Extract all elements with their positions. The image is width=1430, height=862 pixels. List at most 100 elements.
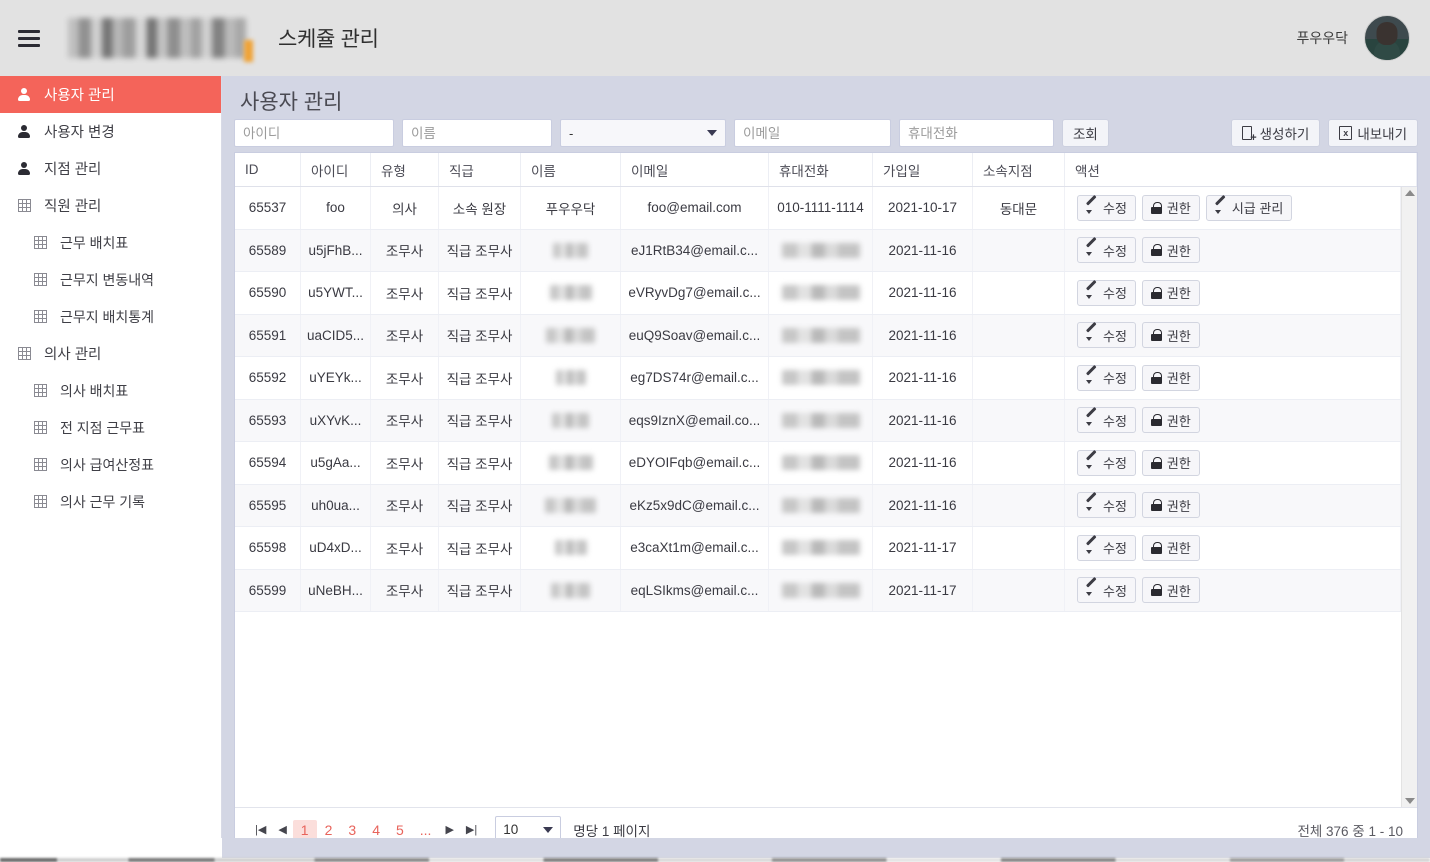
cell-가입일: 2021-11-16 [873, 229, 973, 271]
row-action-edit-button[interactable]: 수정 [1077, 534, 1136, 561]
table-row[interactable]: 65593 uXYvK... 조무사 직급 조무사 eqs9IznX@email.co.… [235, 399, 1401, 442]
column-header-label: 이름 [531, 163, 556, 179]
cell-value: 65591 [248, 327, 287, 343]
row-action-permission-button[interactable]: 권한 [1141, 237, 1200, 264]
table-row[interactable]: 65591 uaCID5... 조무사 직급 조무사 euQ9Soav@email.c.… [235, 314, 1401, 357]
pagination-next-button[interactable]: ▶ [439, 821, 459, 838]
row-action-permission-button[interactable]: 권한 [1141, 449, 1200, 476]
sidebar-item-2[interactable]: 지점 관리 [0, 150, 221, 187]
row-action-hourly-rate-button[interactable]: 시급 관리 [1205, 194, 1293, 221]
sidebar-item-11[interactable]: 의사 근무 기록 [0, 483, 221, 520]
company-logo[interactable] [68, 18, 246, 58]
redacted-value [548, 455, 593, 471]
row-action-edit-button[interactable]: 수정 [1077, 237, 1136, 264]
row-action-permission-button[interactable]: 권한 [1141, 279, 1200, 306]
sidebar-item-8[interactable]: 의사 배치표 [0, 372, 221, 409]
search-button[interactable]: 조회 [1062, 119, 1109, 147]
sidebar-item-1[interactable]: 사용자 변경 [0, 113, 221, 150]
cell-value: uNeBH... [308, 582, 363, 598]
row-action-permission-button[interactable]: 권한 [1141, 322, 1200, 349]
sidebar-item-label: 의사 급여산정표 [60, 456, 155, 473]
hamburger-icon[interactable] [8, 29, 50, 47]
row-action-label: 수정 [1103, 498, 1127, 514]
avatar[interactable] [1364, 15, 1410, 61]
sidebar: 사용자 관리 사용자 변경 지점 관리 직원 관리 근무 배치표 근무지 변동내역 근무지 … [0, 76, 222, 838]
row-action-permission-button[interactable]: 권한 [1141, 364, 1200, 391]
row-action-label: 수정 [1103, 328, 1127, 344]
pagination-page-3[interactable]: 3 [340, 820, 364, 840]
sidebar-item-3[interactable]: 직원 관리 [0, 187, 221, 224]
table-body: 65537 foo 의사 소속 원장 푸우우닥 foo@email.com 010-1111… [235, 187, 1401, 807]
row-action-permission-button[interactable]: 권한 [1141, 407, 1200, 434]
table-row[interactable]: 65598 uD4xD... 조무사 직급 조무사 e3caXt1m@email.c..… [235, 527, 1401, 570]
row-action-permission-button[interactable]: 권한 [1141, 492, 1200, 519]
table-row[interactable]: 65595 uh0ua... 조무사 직급 조무사 eKz5x9dC@email.c..… [235, 484, 1401, 527]
cell-value: 직급 조무사 [446, 371, 513, 387]
cell-ID: 65599 [235, 569, 301, 611]
person-icon-glyph [18, 125, 30, 138]
sidebar-item-4[interactable]: 근무 배치표 [0, 224, 221, 261]
pagination-page-5[interactable]: 5 [388, 820, 412, 840]
sidebar-item-9[interactable]: 전 지점 근무표 [0, 409, 221, 446]
lock-icon [1150, 414, 1162, 427]
sidebar-item-7[interactable]: 의사 관리 [0, 335, 221, 372]
create-button[interactable]: 생성하기 [1230, 119, 1321, 147]
scroll-up-icon[interactable] [1404, 190, 1415, 196]
row-action-label: 권한 [1166, 498, 1191, 514]
row-action-edit-button[interactable]: 수정 [1077, 407, 1136, 434]
redacted-value [555, 370, 586, 386]
row-action-label: 수정 [1103, 583, 1127, 599]
lock-icon [1150, 244, 1162, 257]
filter-id-input[interactable] [234, 119, 394, 147]
table-row[interactable]: 65589 u5jFhB... 조무사 직급 조무사 eJ1RtB34@email.c.… [235, 229, 1401, 272]
filter-name-input[interactable] [402, 119, 552, 147]
row-action-label: 수정 [1103, 456, 1127, 472]
filter-email-input[interactable] [734, 119, 891, 147]
table-vertical-scrollbar[interactable] [1401, 187, 1417, 807]
cell-이메일: eVRyvDg7@email.c... [621, 272, 769, 314]
row-action-edit-button[interactable]: 수정 [1077, 364, 1136, 391]
cell-value: 직급 조무사 [446, 244, 513, 260]
row-action-edit-button[interactable]: 수정 [1077, 577, 1136, 604]
table-row[interactable]: 65592 uYEYk... 조무사 직급 조무사 eg7DS74r@email.c..… [235, 357, 1401, 400]
pagination-prev-button[interactable]: ◀ [272, 821, 292, 838]
column-header-label: 액션 [1075, 163, 1100, 179]
cell-value: 조무사 [385, 286, 424, 302]
row-action-edit-button[interactable]: 수정 [1077, 492, 1136, 519]
pagination-page-4[interactable]: 4 [364, 820, 388, 840]
table-row[interactable]: 65594 u5gAa... 조무사 직급 조무사 eDYOIFqb@email.c..… [235, 442, 1401, 485]
filter-type-select[interactable]: - [560, 119, 726, 147]
cell-value: eDYOIFqb@email.c... [628, 455, 761, 471]
grid-icon [34, 384, 60, 397]
pencil-icon [1086, 499, 1098, 512]
export-button[interactable]: x 내보내기 [1328, 119, 1418, 147]
cell-value: 2021-11-16 [888, 412, 957, 428]
cell-소속지점 [973, 229, 1065, 271]
pagination-first-button[interactable]: |◀ [249, 821, 272, 838]
scroll-down-icon[interactable] [1404, 798, 1415, 804]
table-row[interactable]: 65599 uNeBH... 조무사 직급 조무사 eqLSIkms@email.c..… [235, 569, 1401, 612]
sidebar-item-10[interactable]: 의사 급여산정표 [0, 446, 221, 483]
redacted-value [545, 497, 596, 513]
row-action-permission-button[interactable]: 권한 [1141, 577, 1200, 604]
pagination-page-2[interactable]: 2 [317, 820, 341, 840]
row-action-edit-button[interactable]: 수정 [1077, 194, 1136, 221]
cell-유형: 조무사 [371, 442, 439, 484]
sidebar-item-0[interactable]: 사용자 관리 [0, 76, 221, 113]
table-row[interactable]: 65590 u5YWT... 조무사 직급 조무사 eVRyvDg7@email.c..… [235, 272, 1401, 315]
sidebar-item-5[interactable]: 근무지 변동내역 [0, 261, 221, 298]
row-action-edit-button[interactable]: 수정 [1077, 322, 1136, 349]
row-action-permission-button[interactable]: 권한 [1141, 534, 1200, 561]
pagination-page-1[interactable]: 1 [292, 819, 317, 840]
row-action-edit-button[interactable]: 수정 [1077, 449, 1136, 476]
pagination-last-button[interactable]: ▶| [460, 821, 483, 838]
sidebar-item-label: 의사 근무 기록 [60, 493, 146, 510]
export-button-label: 내보내기 [1357, 127, 1407, 142]
row-action-permission-button[interactable]: 권한 [1141, 194, 1200, 221]
row-action-edit-button[interactable]: 수정 [1077, 279, 1136, 306]
cell-소속지점 [973, 569, 1065, 611]
sidebar-item-6[interactable]: 근무지 배치통계 [0, 298, 221, 335]
cell-휴대전화 [769, 569, 873, 611]
filter-phone-input[interactable] [899, 119, 1054, 147]
table-row[interactable]: 65537 foo 의사 소속 원장 푸우우닥 foo@email.com 010-1111… [235, 187, 1401, 230]
